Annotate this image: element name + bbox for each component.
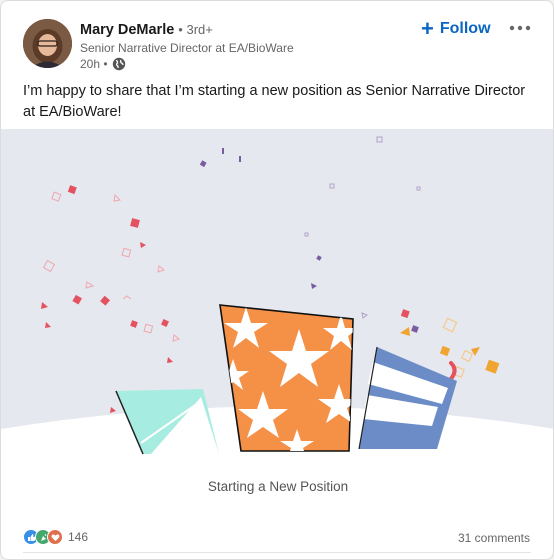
author-avatar[interactable] <box>23 19 72 68</box>
image-caption: Starting a New Position <box>207 479 349 494</box>
plus-icon: + <box>421 16 434 41</box>
post-image[interactable] <box>1 129 553 523</box>
post-text: I’m happy to share that I’m starting a n… <box>23 83 526 120</box>
more-options-button[interactable] <box>506 15 534 41</box>
reactions-summary[interactable]: 146 <box>23 529 88 545</box>
ellipsis-icon <box>509 25 531 31</box>
post-meta: 20h • <box>80 57 126 71</box>
love-icon <box>47 529 63 545</box>
connection-degree: • 3rd+ <box>178 22 213 37</box>
comments-count[interactable]: 31 comments <box>458 531 530 545</box>
post-card: Mary DeMarle • 3rd+ Senior Narrative Dir… <box>0 0 554 560</box>
author-name-line: Mary DeMarle • 3rd+ <box>80 22 213 38</box>
follow-button[interactable]: + Follow <box>421 16 491 42</box>
divider <box>23 552 531 553</box>
post-timestamp: 20h • <box>80 57 108 71</box>
reaction-count: 146 <box>68 530 89 544</box>
author-name[interactable]: Mary DeMarle <box>80 22 174 38</box>
orange-star-cup <box>219 304 354 452</box>
follow-label: Follow <box>439 20 491 37</box>
author-headline: Senior Narrative Director at EA/BioWare <box>80 41 294 55</box>
globe-icon <box>112 57 126 71</box>
